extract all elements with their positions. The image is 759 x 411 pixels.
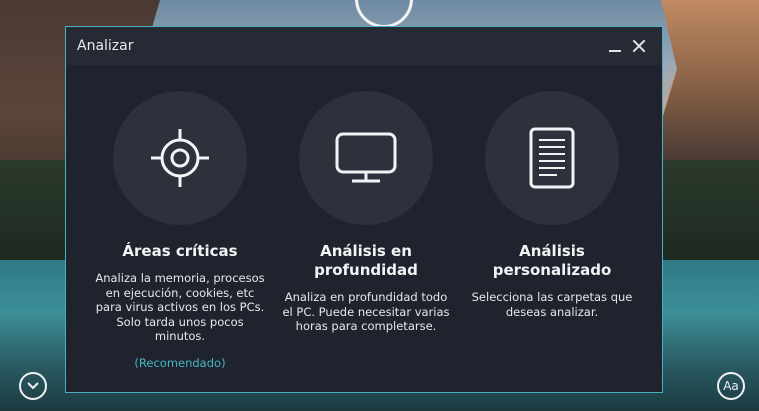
crosshair-icon (151, 129, 209, 187)
chevron-down-glyph (27, 382, 39, 390)
dialog-titlebar: Analizar (66, 27, 662, 65)
option-description: Selecciona las carpetas que deseas anali… (471, 290, 633, 319)
monitor-icon (335, 132, 397, 183)
option-icon-circle[interactable] (485, 91, 619, 225)
option-description: Analiza en profundidad todo el PC. Puede… (282, 290, 450, 333)
document-icon (529, 127, 575, 189)
recommended-label: (Recomendado) (134, 355, 226, 370)
option-title: Análisis personalizado (492, 242, 612, 279)
option-icon-circle[interactable] (299, 91, 433, 225)
option-deep-scan[interactable]: Análisis en profundidad Analiza en profu… (273, 65, 459, 334)
dialog-title: Analizar (77, 38, 134, 54)
scan-dialog: Analizar Áreas críticas Analiza la memor… (65, 26, 663, 393)
option-title: Análisis en profundidad (314, 242, 418, 279)
scan-options-panel: Áreas críticas Analiza la memoria, proce… (66, 65, 662, 392)
chevron-down-icon[interactable] (19, 372, 47, 400)
option-description: Analiza la memoria, procesos en ejecució… (95, 271, 265, 343)
option-critical-areas[interactable]: Áreas críticas Analiza la memoria, proce… (87, 65, 273, 370)
close-icon[interactable] (630, 37, 648, 55)
option-title: Áreas críticas (122, 242, 238, 260)
minimize-icon[interactable] (606, 37, 624, 55)
option-icon-circle[interactable] (113, 91, 247, 225)
font-size-button[interactable]: Aa (717, 372, 745, 400)
option-custom-scan[interactable]: Análisis personalizado Selecciona las ca… (459, 65, 645, 319)
